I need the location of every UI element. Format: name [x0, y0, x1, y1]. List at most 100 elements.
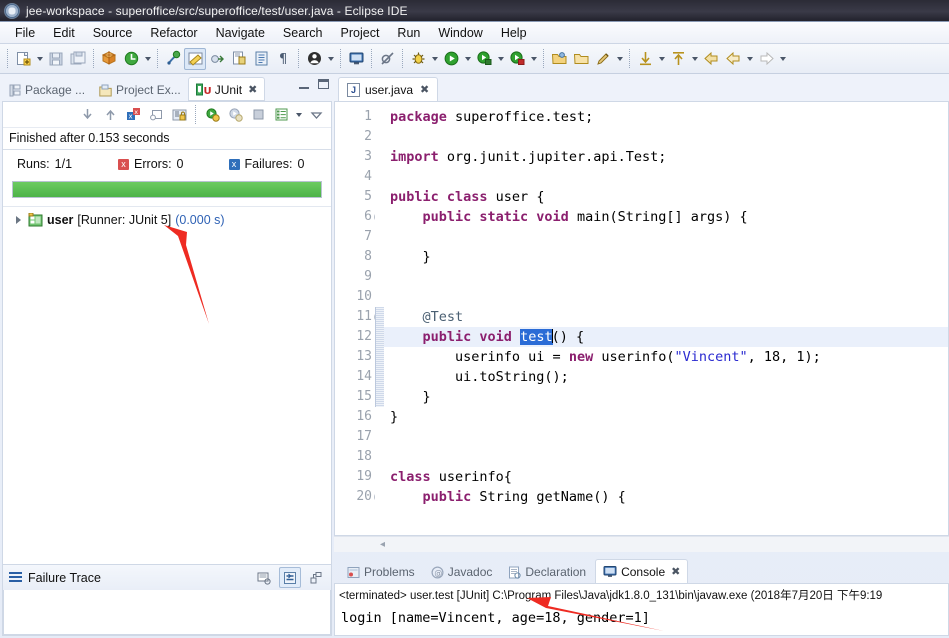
- view-tab-declaration[interactable]: Declaration: [501, 561, 593, 583]
- menu-refactor[interactable]: Refactor: [141, 24, 206, 42]
- run-dropdown-icon[interactable]: [462, 48, 473, 70]
- code-line[interactable]: public static void main(String[] args) {: [384, 207, 948, 227]
- code-line[interactable]: [384, 267, 948, 287]
- open-type-icon[interactable]: [250, 48, 272, 70]
- code-text[interactable]: package superoffice.test; import org.jun…: [384, 102, 948, 535]
- test-tree-row[interactable]: user [Runner: JUnit 5] (0.000 s): [3, 212, 331, 228]
- code-line[interactable]: }: [384, 407, 948, 427]
- previous-annotation-dropdown-icon[interactable]: [689, 48, 700, 70]
- view-tab-javadoc[interactable]: @ Javadoc: [424, 561, 500, 583]
- code-line[interactable]: }: [384, 247, 948, 267]
- code-editor[interactable]: 1 2 3 4 5 6 7 8 9 10 11 12 13 14 15 16 17 18 19 20 package …: [334, 101, 949, 536]
- profile-icon[interactable]: [303, 48, 325, 70]
- menu-edit[interactable]: Edit: [44, 24, 84, 42]
- editor-tab-user-java[interactable]: J user.java ✖: [338, 77, 439, 101]
- close-icon[interactable]: ✖: [420, 83, 429, 96]
- open-folder-icon[interactable]: [548, 48, 570, 70]
- view-tab-junit[interactable]: U JUnit ✖: [187, 77, 266, 101]
- code-line[interactable]: package superoffice.test;: [384, 107, 948, 127]
- test-run-history-icon[interactable]: [270, 104, 292, 125]
- open-task-icon[interactable]: [206, 48, 228, 70]
- view-tab-console[interactable]: Console ✖: [595, 559, 689, 583]
- refresh-icon[interactable]: [120, 48, 142, 70]
- console-output-area[interactable]: <terminated> user.test [JUnit] C:\Progra…: [334, 583, 949, 636]
- code-line[interactable]: }: [384, 387, 948, 407]
- maximize-view-icon[interactable]: [318, 79, 329, 89]
- code-line[interactable]: public String getName() {: [384, 487, 948, 507]
- code-line[interactable]: @Test: [384, 307, 948, 327]
- previous-annotation-icon[interactable]: [667, 48, 689, 70]
- next-annotation-icon[interactable]: [634, 48, 656, 70]
- next-failed-test-icon[interactable]: [76, 104, 98, 125]
- menu-search[interactable]: Search: [274, 24, 332, 42]
- save-all-icon[interactable]: [67, 48, 89, 70]
- profile-dropdown-icon[interactable]: [325, 48, 336, 70]
- menu-run[interactable]: Run: [388, 24, 429, 42]
- menu-file[interactable]: File: [6, 24, 44, 42]
- code-line[interactable]: [384, 447, 948, 467]
- show-ignored-tests-icon[interactable]: [145, 104, 167, 125]
- scroll-left-marker[interactable]: ◂: [380, 539, 385, 550]
- run-as-server-icon[interactable]: [473, 48, 495, 70]
- junit-test-tree[interactable]: user [Runner: JUnit 5] (0.000 s): [3, 206, 331, 564]
- view-tab-package-explorer[interactable]: Package ...: [2, 79, 92, 101]
- back-dropdown-icon[interactable]: [744, 48, 755, 70]
- quick-fix-icon[interactable]: [162, 48, 184, 70]
- close-icon[interactable]: ✖: [671, 565, 680, 578]
- open-folder-2-icon[interactable]: [570, 48, 592, 70]
- code-line[interactable]: [384, 167, 948, 187]
- new-wizard-icon[interactable]: [12, 48, 34, 70]
- back-history-icon[interactable]: [700, 48, 722, 70]
- forward-dropdown-icon[interactable]: [777, 48, 788, 70]
- menu-project[interactable]: Project: [332, 24, 389, 42]
- view-menu-icon[interactable]: [305, 104, 327, 125]
- chevron-right-icon[interactable]: [13, 215, 24, 226]
- close-icon[interactable]: ✖: [248, 83, 257, 96]
- code-line[interactable]: userinfo ui = new userinfo("Vincent", 18…: [384, 347, 948, 367]
- coverage-icon[interactable]: [506, 48, 528, 70]
- next-annotation-dropdown-icon[interactable]: [656, 48, 667, 70]
- menu-window[interactable]: Window: [429, 24, 491, 42]
- run-as-server-dropdown-icon[interactable]: [495, 48, 506, 70]
- code-line[interactable]: [384, 287, 948, 307]
- menu-navigate[interactable]: Navigate: [207, 24, 274, 42]
- refresh-dropdown-icon[interactable]: [142, 48, 153, 70]
- debug-icon[interactable]: [407, 48, 429, 70]
- pencil-icon[interactable]: [592, 48, 614, 70]
- scroll-lock-icon[interactable]: [168, 104, 190, 125]
- menu-source[interactable]: Source: [84, 24, 142, 42]
- editor-horizontal-scrollbar[interactable]: ◂: [334, 536, 949, 552]
- code-line[interactable]: public void test() {: [384, 327, 948, 347]
- stop-test-run-icon[interactable]: [247, 104, 269, 125]
- run-icon[interactable]: [440, 48, 462, 70]
- back-icon[interactable]: [722, 48, 744, 70]
- compare-result-icon[interactable]: [253, 567, 275, 588]
- code-line[interactable]: class userinfo{: [384, 467, 948, 487]
- show-whitespace-icon[interactable]: ¶: [272, 48, 294, 70]
- previous-failed-test-icon[interactable]: [99, 104, 121, 125]
- code-line[interactable]: [384, 127, 948, 147]
- pencil-dropdown-icon[interactable]: [614, 48, 625, 70]
- debug-dropdown-icon[interactable]: [429, 48, 440, 70]
- rerun-test-icon[interactable]: [201, 104, 223, 125]
- show-failures-only-icon[interactable]: xx: [122, 104, 144, 125]
- menu-help[interactable]: Help: [492, 24, 536, 42]
- new-java-package-icon[interactable]: [98, 48, 120, 70]
- filter-stack-trace-icon[interactable]: [279, 567, 301, 588]
- code-line[interactable]: public class user {: [384, 187, 948, 207]
- open-console-icon[interactable]: [345, 48, 367, 70]
- save-icon[interactable]: [45, 48, 67, 70]
- rerun-failed-tests-icon[interactable]: [224, 104, 246, 125]
- highlight-toggle-icon[interactable]: [184, 47, 206, 70]
- code-line[interactable]: [384, 227, 948, 247]
- coverage-dropdown-icon[interactable]: [528, 48, 539, 70]
- forward-icon[interactable]: [755, 48, 777, 70]
- view-tab-project-explorer[interactable]: Project Ex...: [92, 79, 188, 101]
- new-wizard-dropdown-icon[interactable]: [34, 48, 45, 70]
- code-line[interactable]: ui.toString();: [384, 367, 948, 387]
- minimize-view-icon[interactable]: [299, 80, 309, 89]
- failure-trace-content[interactable]: [3, 590, 331, 635]
- view-menu-dropdown-icon[interactable]: [293, 104, 304, 126]
- skip-breakpoints-icon[interactable]: [376, 48, 398, 70]
- view-tab-problems[interactable]: Problems: [340, 561, 422, 583]
